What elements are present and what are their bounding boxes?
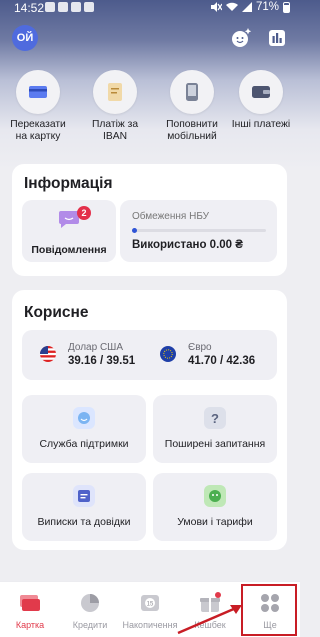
currency-name: Євро [188, 342, 212, 353]
savings-icon: 15 [141, 595, 159, 611]
bar-chart-icon[interactable] [265, 26, 289, 50]
tile-label: Служба підтримки [39, 438, 129, 450]
system-icons: 71% [210, 1, 290, 13]
other-payments-button[interactable]: Інші платежі [230, 70, 292, 131]
wallet-icon [239, 70, 283, 114]
highlight-box [241, 584, 297, 636]
mute-icon [210, 2, 222, 12]
battery-percent: 71% [255, 1, 279, 13]
terms-icon [204, 485, 226, 507]
useful-title: Корисне [24, 304, 89, 321]
notification-icons [45, 2, 94, 12]
notification-icon [58, 2, 68, 12]
nbu-limit-tile[interactable]: Обмеження НБУ Використано 0.00 ₴ [120, 200, 277, 262]
eu-flag-icon [160, 346, 176, 362]
qa-label: Поповнити мобільний [166, 119, 218, 142]
limit-used: Використано 0.00 ₴ [132, 239, 243, 251]
qa-label: Переказати на картку [10, 119, 66, 142]
terms-tile[interactable]: Умови і тарифи [153, 473, 277, 541]
nav-cards[interactable]: Картка [0, 582, 60, 634]
nav-label: Картка [15, 620, 45, 630]
tile-label: Умови і тарифи [177, 516, 253, 528]
info-title: Інформація [24, 175, 113, 192]
support-tile[interactable]: Служба підтримки [22, 395, 146, 463]
pie-chart-icon [81, 594, 99, 612]
tile-label: Поширені запитання [164, 438, 266, 450]
iban-payment-button[interactable]: Платіж за IBAN [84, 70, 146, 143]
notification-icon [45, 2, 55, 12]
limit-progress-fill [132, 228, 137, 233]
currency-name: Долар США [68, 342, 124, 353]
nav-credits[interactable]: Кредити [60, 582, 120, 634]
question-icon: ? [204, 407, 226, 429]
notification-badge: 2 [77, 206, 91, 220]
avatar[interactable]: ОЙ [12, 25, 38, 51]
info-card: Інформація 2 Повідомлення Обмеження НБУ … [12, 164, 287, 276]
us-flag-icon [40, 346, 56, 362]
transfer-to-card-button[interactable]: Переказати на картку [7, 70, 69, 143]
support-icon [73, 407, 95, 429]
top-up-mobile-button[interactable]: Поповнити мобільний [161, 70, 223, 143]
exchange-rates-tile[interactable]: Долар США 39.16 / 39.51 Євро 41.70 / 42.… [22, 330, 277, 380]
status-time: 14:52 [14, 1, 45, 15]
useful-card: Корисне Долар США 39.16 / 39.51 Євро 41.… [12, 290, 287, 550]
cards-icon [20, 595, 40, 611]
smile-sparkle-icon[interactable] [229, 26, 253, 50]
wifi-icon [225, 2, 238, 11]
phone-icon [170, 70, 214, 114]
notification-icon [71, 2, 81, 12]
limit-title: Обмеження НБУ [132, 211, 210, 222]
statements-tile[interactable]: Виписки та довідки [22, 473, 146, 541]
document-icon [93, 70, 137, 114]
qa-label: Платіж за IBAN [91, 119, 139, 142]
nav-savings[interactable]: 15 Накопичення [120, 582, 180, 634]
status-bar: 14:52 71% [0, 0, 300, 16]
tile-label: Виписки та довідки [37, 516, 131, 528]
notification-icon [84, 2, 94, 12]
limit-progress-bar [132, 228, 266, 233]
annotation-arrow [177, 605, 242, 635]
statements-icon [73, 485, 95, 507]
nav-label: Накопичення [122, 620, 178, 630]
notifications-tile[interactable]: 2 Повідомлення [22, 200, 116, 262]
notifications-label: Повідомлення [31, 244, 107, 256]
quick-actions: Переказати на картку Платіж за IBAN Попо… [0, 70, 300, 150]
svg-text:15: 15 [147, 602, 154, 608]
battery-icon [283, 1, 290, 13]
currency-rate: 39.16 / 39.51 [68, 355, 136, 367]
nav-label: Кредити [72, 620, 108, 630]
currency-rate: 41.70 / 42.36 [188, 355, 256, 367]
qa-label: Інші платежі [231, 119, 291, 130]
faq-tile[interactable]: ? Поширені запитання [153, 395, 277, 463]
signal-icon [241, 2, 252, 12]
card-icon [16, 70, 60, 114]
